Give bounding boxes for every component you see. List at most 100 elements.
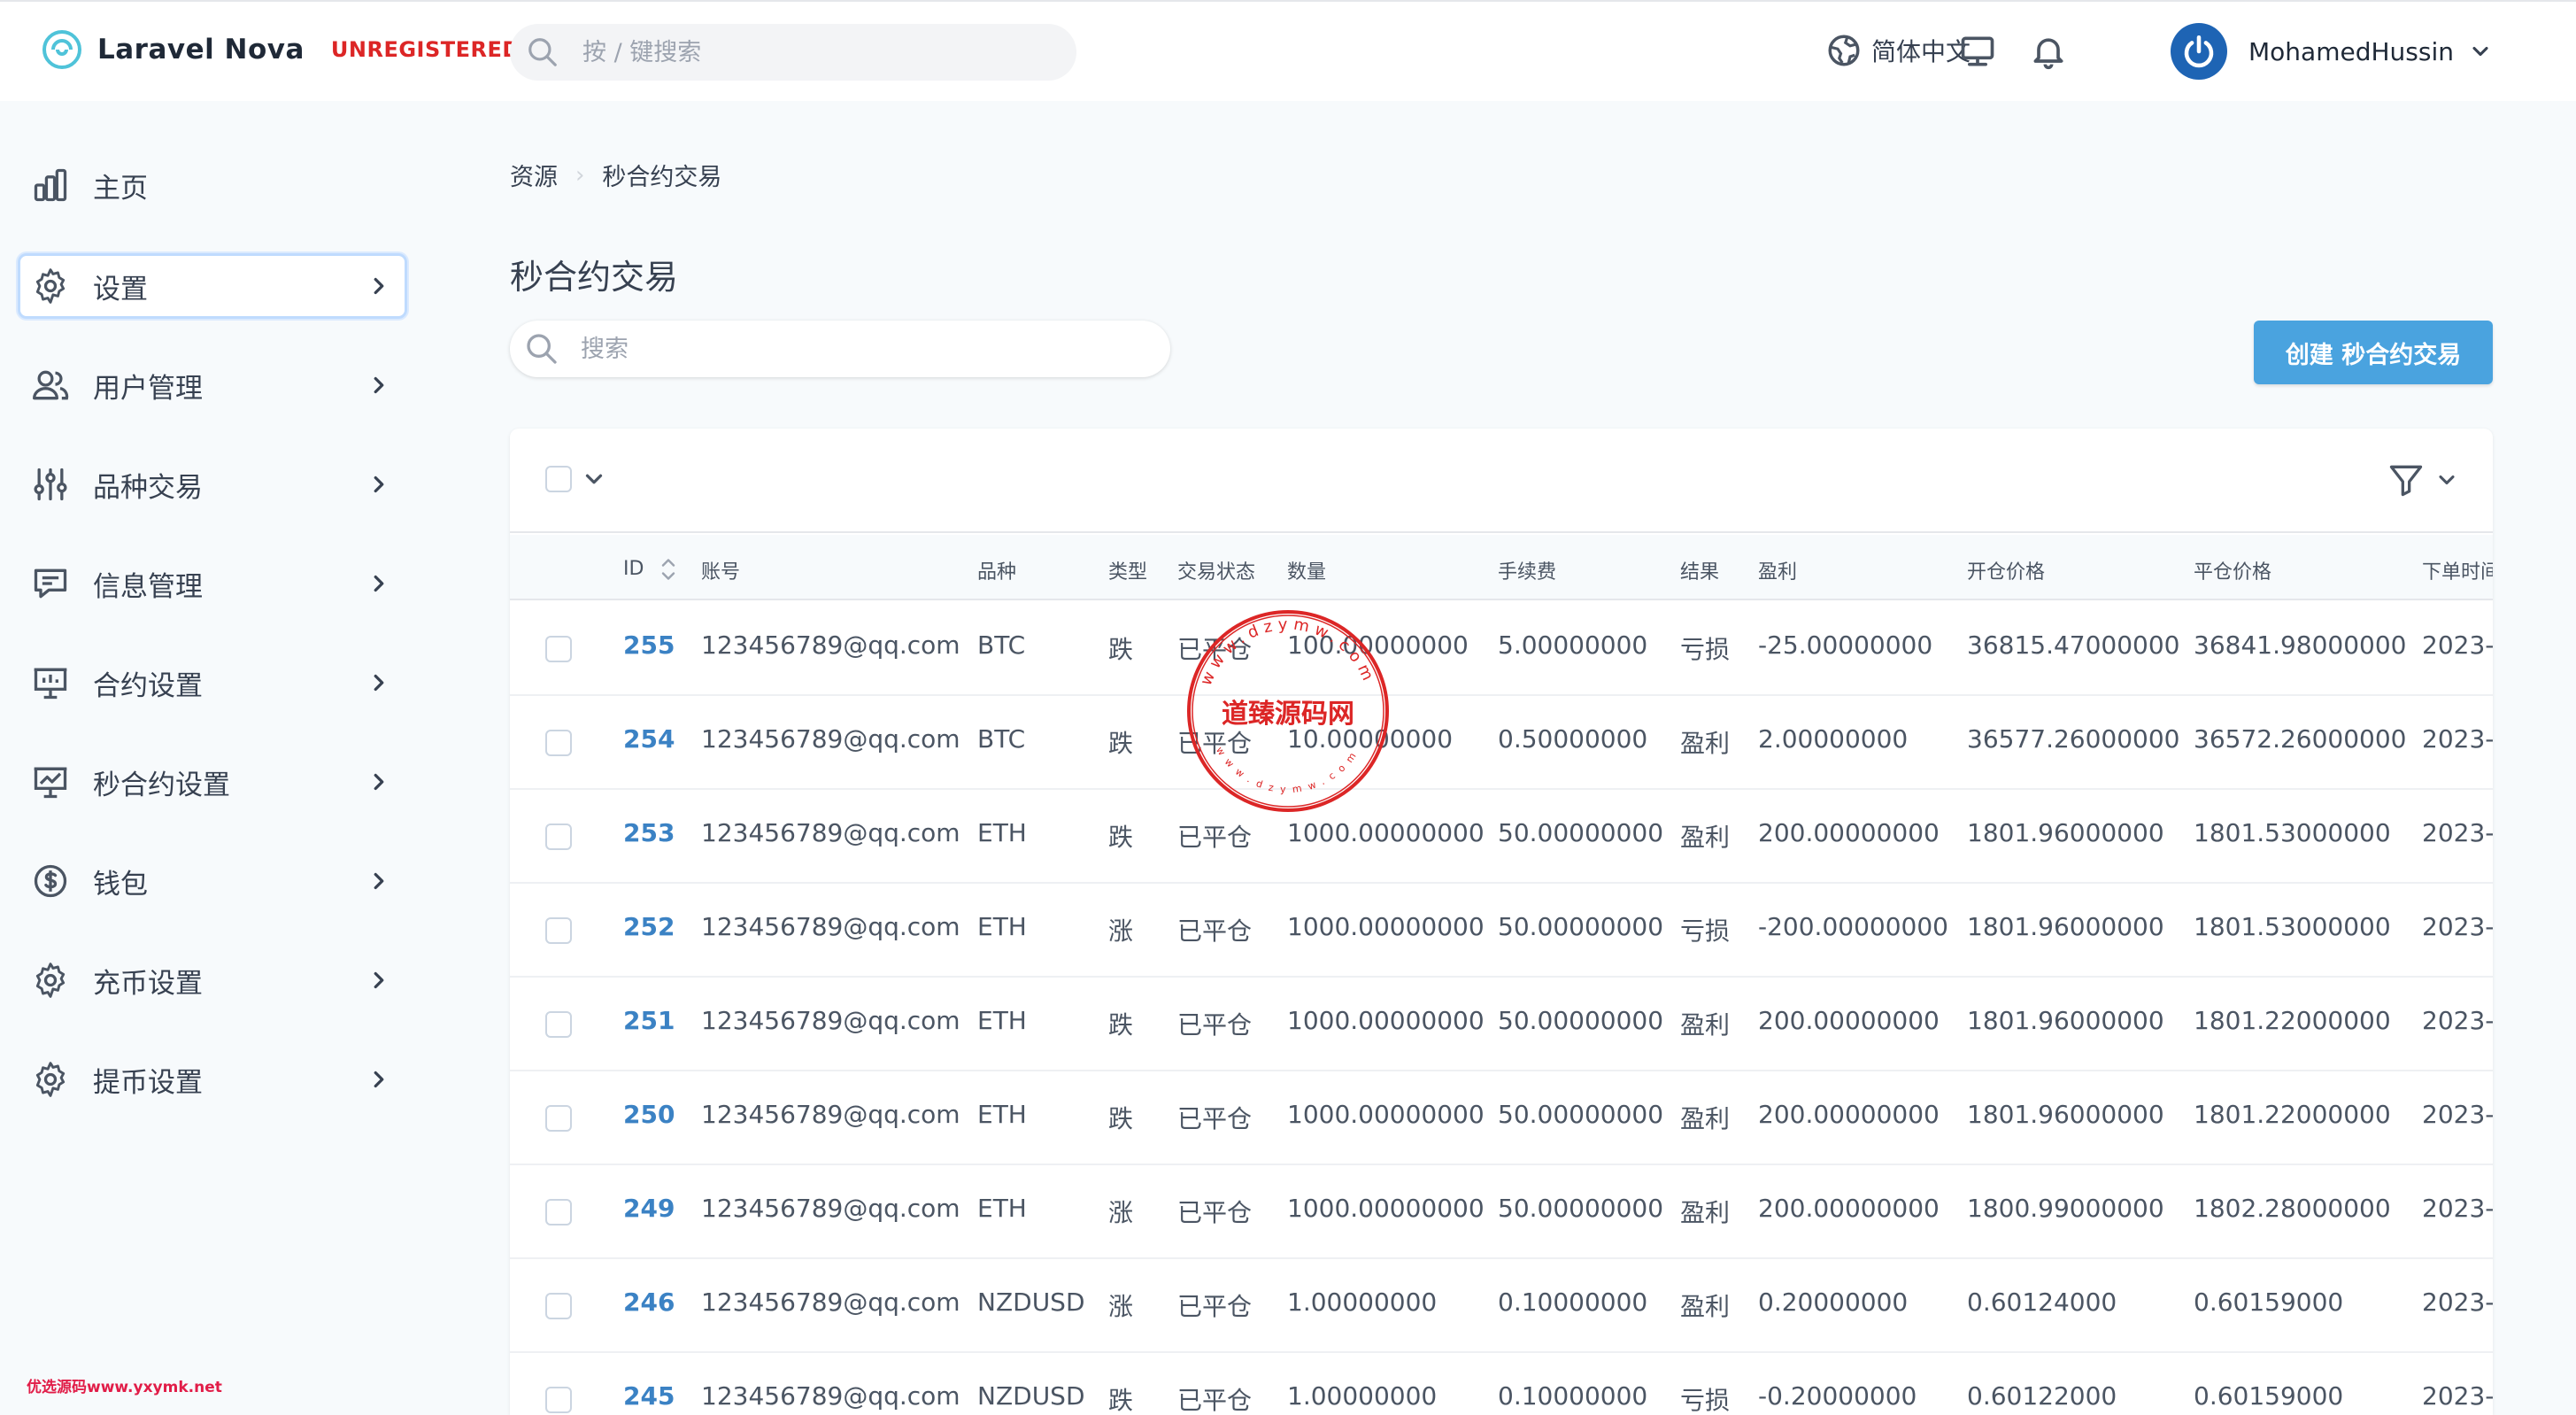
sidebar-item-wallet[interactable]: 钱包 (18, 848, 407, 914)
row-id[interactable]: 254 (623, 724, 675, 754)
row-checkbox[interactable] (545, 823, 572, 850)
row-checkbox[interactable] (545, 1199, 572, 1226)
bell-icon[interactable] (2029, 32, 2068, 71)
row-profit: 0.20000000 (1758, 1287, 1909, 1317)
row-product: NZDUSD (977, 1287, 1085, 1317)
table-row[interactable]: 254 123456789@qq.com BTC 跌已平仓 10.00000000 0.5… (510, 696, 2493, 790)
globe-icon (1828, 35, 1860, 66)
row-id[interactable]: 245 (623, 1381, 675, 1411)
column-header-product: 品种 (977, 561, 1017, 584)
row-quantity: 1.00000000 (1287, 1287, 1438, 1317)
resource-search-input[interactable] (579, 334, 1128, 364)
row-order-time: 2023- (2422, 1194, 2493, 1223)
table-row[interactable]: 253 123456789@qq.com ETH 跌 已平仓 1000.00000000 5… (510, 790, 2493, 884)
resource-search[interactable] (510, 321, 1170, 377)
chevron-down-icon[interactable] (581, 466, 607, 492)
sidebar-item-second-contract-settings[interactable]: 秒合约设置 (18, 749, 407, 815)
create-button[interactable]: 创建 秒合约交易 (2254, 321, 2493, 384)
language-label: 简体中文 (1871, 37, 1971, 66)
table-row[interactable]: 252 123456789@qq.com ETH 涨 已平仓 1000.00000000 5… (510, 884, 2493, 978)
sidebar-item-label: 设置 (93, 273, 148, 305)
power-avatar-icon (2184, 35, 2214, 68)
row-fee: 50.00000000 (1498, 1100, 1664, 1129)
row-product: NZDUSD (977, 1381, 1085, 1411)
table-row[interactable]: 251 123456789@qq.com ETH 跌 已平仓 1000.00000000 5… (510, 978, 2493, 1071)
row-id[interactable]: 250 (623, 1100, 675, 1129)
row-fee: 50.00000000 (1498, 1194, 1664, 1223)
sidebar-item-product-trading[interactable]: 品种交易 (18, 452, 407, 517)
row-id[interactable]: 253 (623, 818, 675, 847)
sidebar-item-settings[interactable]: 设置 (18, 253, 407, 319)
table-row[interactable]: 246 123456789@qq.com NZDUSD 涨 已平仓 1.00000000 0… (510, 1259, 2493, 1353)
row-id[interactable]: 252 (623, 912, 675, 941)
column-header-profit: 盈利 (1758, 561, 1798, 584)
row-checkbox[interactable] (545, 917, 572, 944)
gear-icon (35, 1062, 66, 1097)
row-type: 涨 (1108, 916, 1134, 946)
column-header-account: 账号 (701, 561, 741, 584)
app-logo[interactable]: Laravel Nova UNREGISTERED (41, 28, 521, 71)
row-checkbox[interactable] (545, 730, 572, 756)
table-row[interactable]: 249 123456789@qq.com ETH 涨 已平仓 1000.00000000 5… (510, 1165, 2493, 1259)
row-close-price: 0.60159000 (2194, 1287, 2344, 1317)
global-search[interactable] (510, 24, 1076, 81)
column-header-label: ID (623, 558, 644, 580)
row-checkbox[interactable] (545, 636, 572, 662)
sidebar-item-dashboard[interactable]: 主页 (18, 152, 407, 218)
row-checkbox[interactable] (545, 1105, 572, 1132)
row-result: 亏损 (1680, 1386, 1731, 1415)
stamp-ring-bottom-text: www.dzymw.com (1214, 745, 1355, 795)
chevron-right-icon (374, 1071, 384, 1088)
row-close-price: 1801.53000000 (2194, 912, 2391, 941)
row-type: 涨 (1108, 1198, 1134, 1227)
row-id[interactable]: 255 (623, 630, 675, 660)
chart-bar-icon (34, 168, 67, 202)
table-row[interactable]: 255 123456789@qq.com BTC 跌已平仓 100.00000000 5.… (510, 602, 2493, 696)
sidebar-item-withdraw-settings[interactable]: 提币设置 (18, 1047, 407, 1112)
row-close-price: 36572.26000000 (2194, 724, 2407, 754)
filter-dropdown[interactable] (2387, 460, 2459, 499)
chat-icon (34, 568, 67, 599)
sidebar-item-contract-settings[interactable]: 合约设置 (18, 650, 407, 715)
row-id[interactable]: 246 (623, 1287, 675, 1317)
row-account: 123456789@qq.com (701, 1194, 960, 1223)
row-profit: 2.00000000 (1758, 724, 1909, 754)
breadcrumb-root[interactable]: 资源 (510, 158, 558, 192)
select-all-checkbox[interactable] (545, 466, 572, 492)
row-account: 123456789@qq.com (701, 630, 960, 660)
select-all-control[interactable] (545, 466, 607, 492)
row-order-time: 2023- (2422, 1381, 2493, 1411)
row-checkbox[interactable] (545, 1293, 572, 1319)
footer-watermark: 优选源码www.yxymk.net (27, 1379, 222, 1396)
table-row[interactable]: 245 123456789@qq.com NZDUSD 跌 已平仓 1.00000000 0… (510, 1353, 2493, 1415)
row-open-price: 1801.96000000 (1967, 912, 2164, 941)
row-result: 盈利 (1680, 823, 1731, 852)
row-checkbox[interactable] (545, 1011, 572, 1038)
row-profit: 200.00000000 (1758, 1006, 1940, 1035)
sidebar-item-deposit-settings[interactable]: 充币设置 (18, 947, 407, 1013)
sidebar-item-user-management[interactable]: 用户管理 (18, 352, 407, 418)
row-account: 123456789@qq.com (701, 818, 960, 847)
row-result: 亏损 (1680, 916, 1731, 946)
table-row[interactable]: 250 123456789@qq.com ETH 跌 已平仓 1000.00000000 5… (510, 1071, 2493, 1165)
global-search-input[interactable] (581, 37, 1041, 67)
row-quantity: 1000.00000000 (1287, 818, 1485, 847)
column-header-id[interactable]: ID (623, 556, 678, 583)
avatar (2171, 23, 2227, 80)
sort-icon[interactable] (659, 556, 678, 583)
row-open-price: 36577.26000000 (1967, 724, 2180, 754)
gear-icon (35, 963, 66, 998)
language-switcher[interactable]: 简体中文 (1825, 32, 1971, 69)
monitor-icon[interactable] (1958, 32, 1997, 71)
row-id[interactable]: 251 (623, 1006, 675, 1035)
row-checkbox[interactable] (545, 1387, 572, 1413)
sidebar-item-label: 合约设置 (93, 669, 203, 702)
sidebar-item-message-management[interactable]: 信息管理 (18, 551, 407, 616)
row-id[interactable]: 249 (623, 1194, 675, 1223)
chevron-right-icon (374, 476, 384, 493)
user-menu[interactable]: MohamedHussin (2171, 23, 2493, 80)
row-trade-status: 已平仓 (1177, 1198, 1253, 1227)
row-fee: 50.00000000 (1498, 912, 1664, 941)
stamp-ring-text: www.dzymw.com (1197, 615, 1374, 689)
dollar-icon (34, 864, 67, 898)
